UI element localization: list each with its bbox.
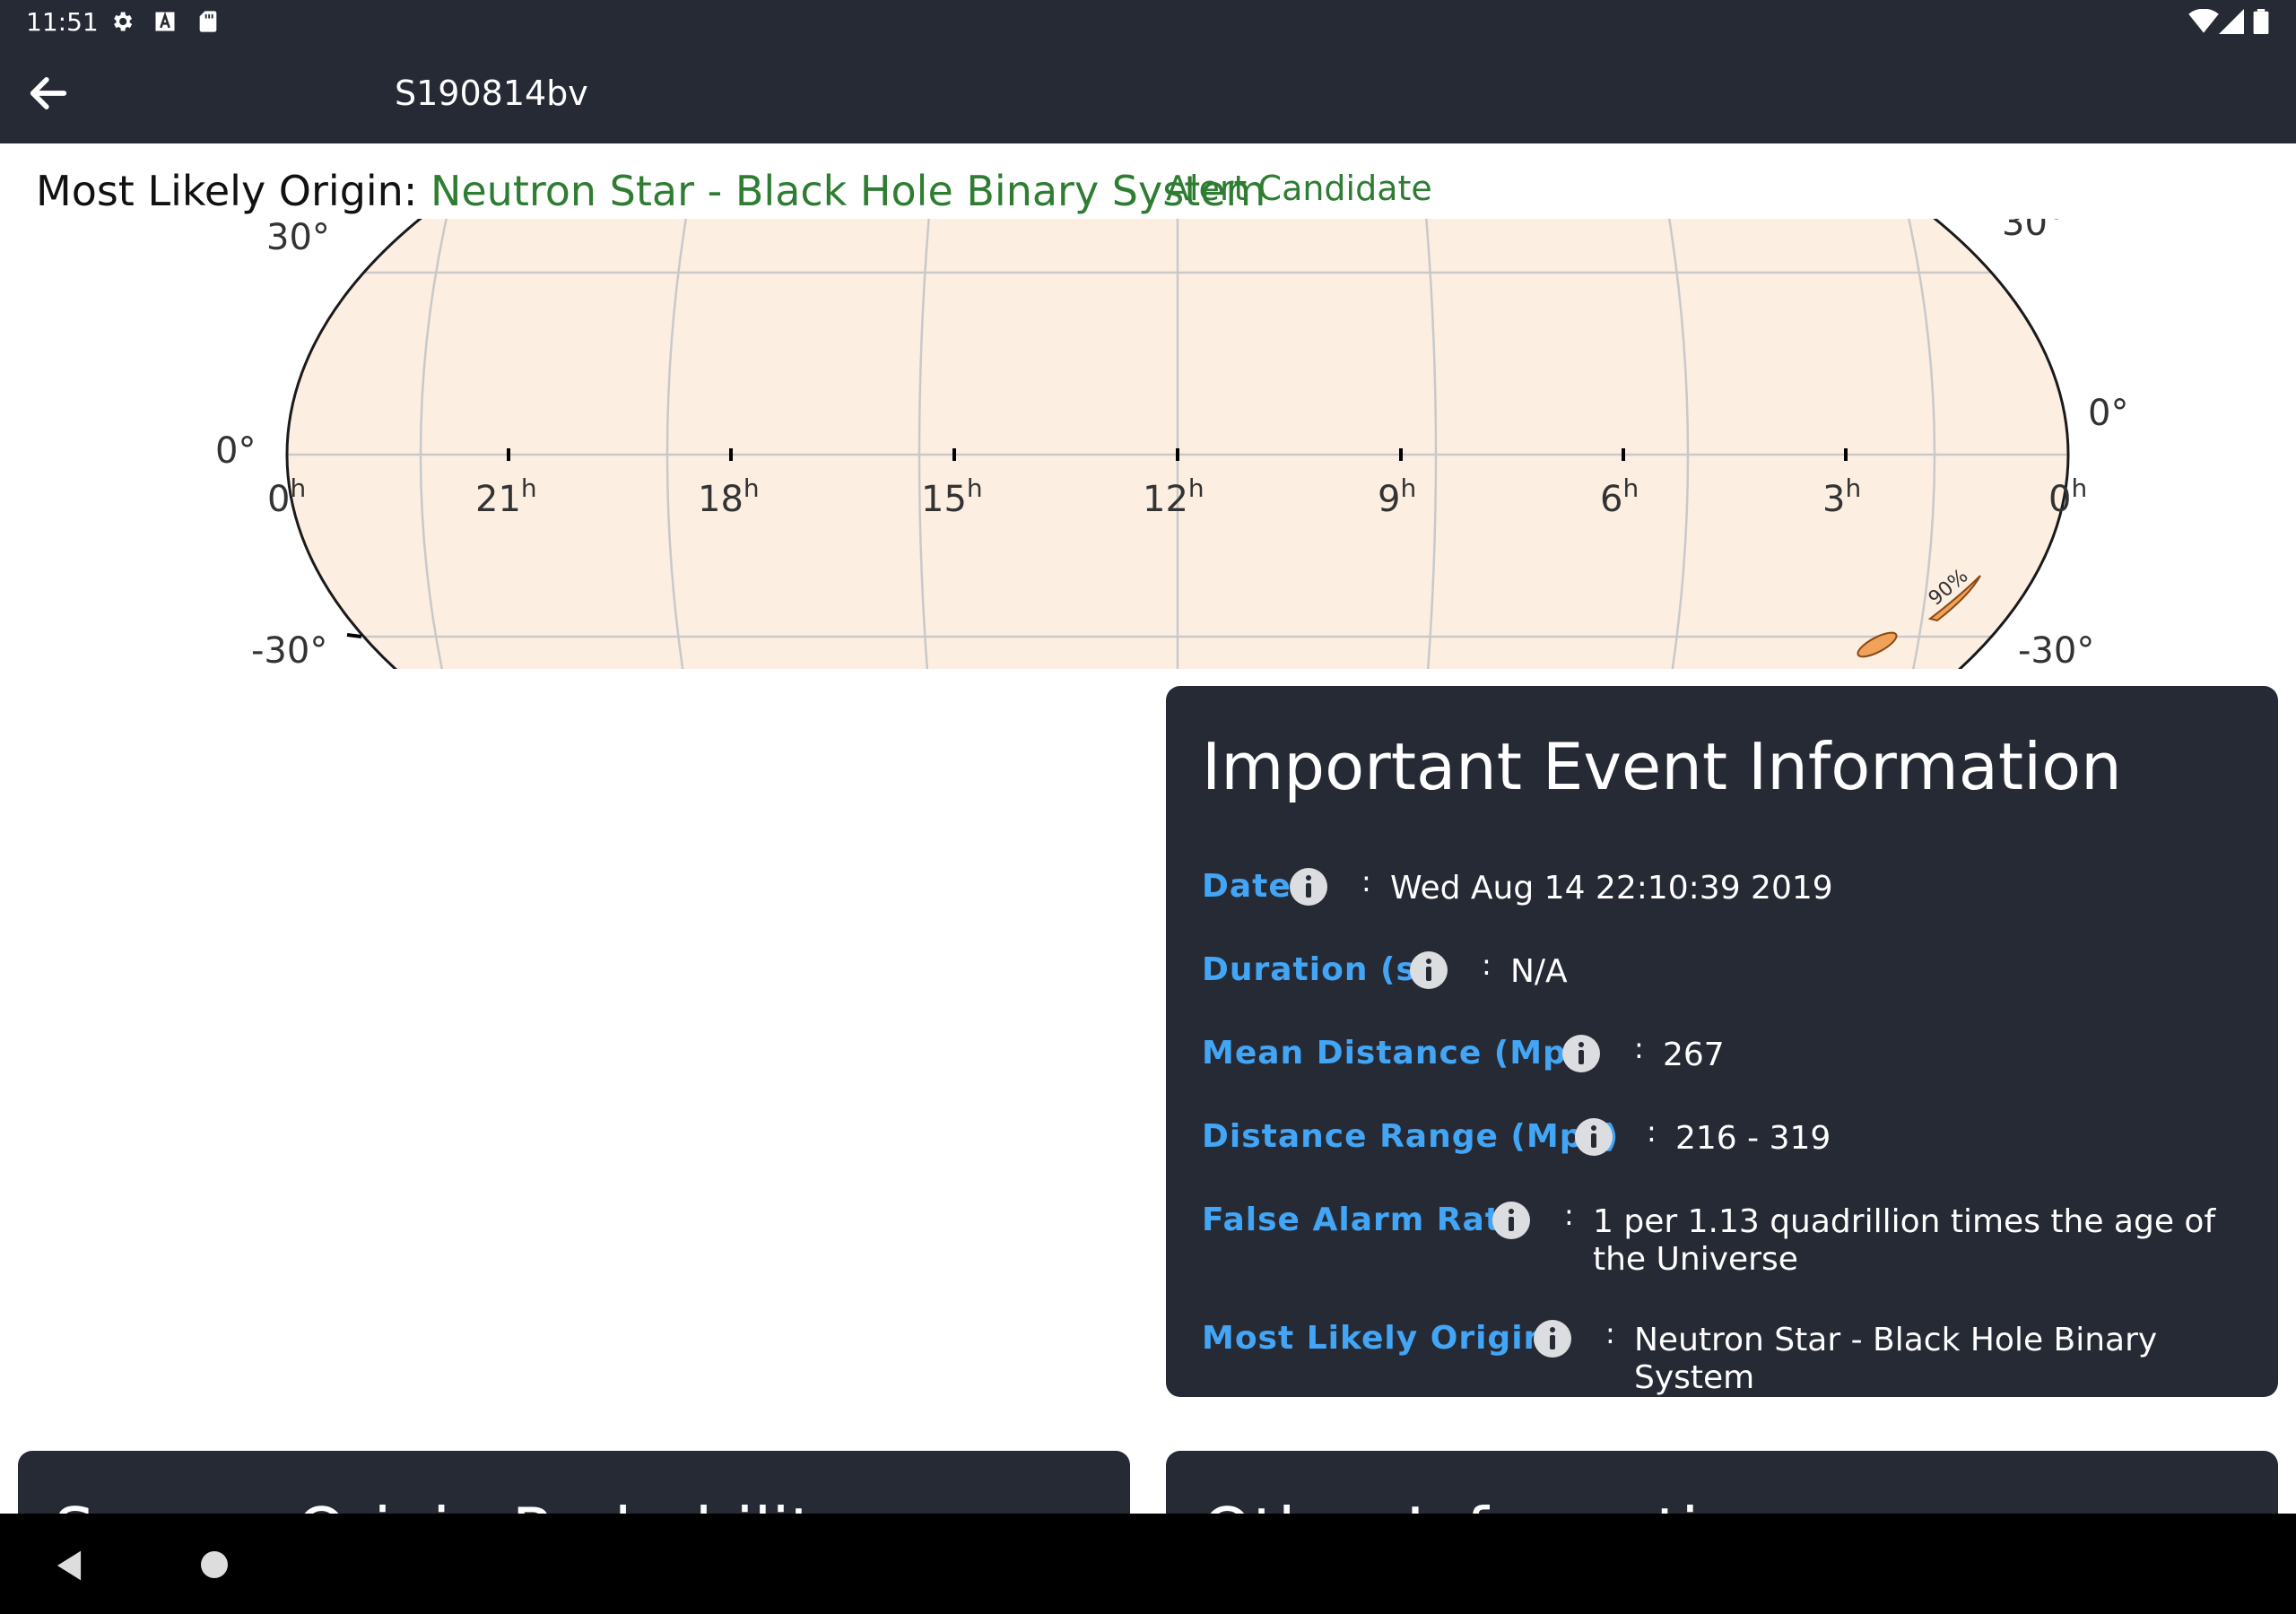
a-box-icon — [155, 11, 175, 31]
row-value: 216 - 319 — [1675, 1120, 1831, 1157]
row-colon: : — [1361, 864, 1371, 898]
row-label: Most Likely Origin — [1202, 1320, 1548, 1357]
gear-icon — [114, 12, 133, 31]
row-colon: : — [1564, 1198, 1574, 1232]
page-title: S190814bv — [395, 74, 588, 113]
row-colon: : — [1605, 1316, 1615, 1350]
origin-prefix: Most Likely Origin: — [36, 167, 430, 215]
lat-label-mid-right: 0° — [2088, 393, 2128, 434]
lat-label-top-left: 30° — [266, 219, 330, 258]
triangle-back-icon[interactable] — [54, 1549, 84, 1582]
sky-map-plot: 30° 30° 0° 0° -30° -30° 0h 21h 18h 15h 1… — [215, 219, 2128, 669]
info-icon[interactable] — [1562, 1035, 1600, 1072]
nav-bar — [0, 1514, 2296, 1614]
row-colon: : — [1634, 1031, 1644, 1065]
row-value: 267 — [1663, 1037, 1725, 1073]
alert-candidate-label: Alert Candidate — [1166, 169, 1432, 208]
row-colon: : — [1647, 1115, 1657, 1149]
lat-label-bot-right: -30° — [2018, 630, 2094, 669]
circle-home-icon[interactable] — [201, 1551, 228, 1578]
status-time: 11:51 — [26, 7, 99, 37]
row-colon: : — [1482, 948, 1492, 982]
row-label: Date — [1202, 868, 1292, 905]
event-info-title: Important Event Information — [1202, 729, 2122, 804]
info-icon[interactable] — [1492, 1202, 1530, 1239]
arrow-left-icon[interactable] — [23, 70, 74, 117]
info-icon[interactable] — [1534, 1320, 1571, 1358]
wifi-icon — [2188, 9, 2219, 33]
event-info-card: Important Event Information Date : Wed A… — [1166, 686, 2278, 1397]
row-value: N/A — [1510, 953, 1568, 990]
row-value: Neutron Star - Black Hole Binary System — [1634, 1322, 2158, 1396]
row-label: Mean Distance (Mpc) — [1202, 1035, 1603, 1072]
info-icon[interactable] — [1410, 951, 1448, 989]
battery-icon — [2253, 9, 2269, 34]
row-label: False Alarm Rate — [1202, 1202, 1525, 1238]
signal-icon — [2219, 9, 2244, 34]
info-icon[interactable] — [1290, 868, 1327, 906]
lat-label-top-right: 30° — [2002, 219, 2066, 244]
info-icon[interactable] — [1575, 1118, 1613, 1156]
row-label: Distance Range (Mpc) — [1202, 1118, 1620, 1155]
sky-map: 30° 30° 0° 0° -30° -30° 0h 21h 18h 15h 1… — [0, 219, 2296, 669]
screen: 11:51 S190814bv Most Likely Origin: Neut… — [0, 0, 2296, 1614]
ra-label-0-right: 0h — [2048, 473, 2087, 520]
lat-label-mid-left: 0° — [215, 430, 256, 472]
row-label: Duration (s) — [1202, 951, 1432, 988]
status-bar: 11:51 — [0, 0, 2296, 43]
sd-card-icon — [199, 11, 217, 32]
lat-label-bot-left: -30° — [251, 630, 327, 669]
row-value: 1 per 1.13 quadrillion times the age of … — [1593, 1203, 2216, 1278]
origin-value: Neutron Star - Black Hole Binary System — [430, 167, 1266, 215]
app-bar: S190814bv — [0, 43, 2296, 143]
origin-line: Most Likely Origin: Neutron Star - Black… — [36, 167, 1265, 215]
row-value: Wed Aug 14 22:10:39 2019 — [1390, 870, 1833, 907]
